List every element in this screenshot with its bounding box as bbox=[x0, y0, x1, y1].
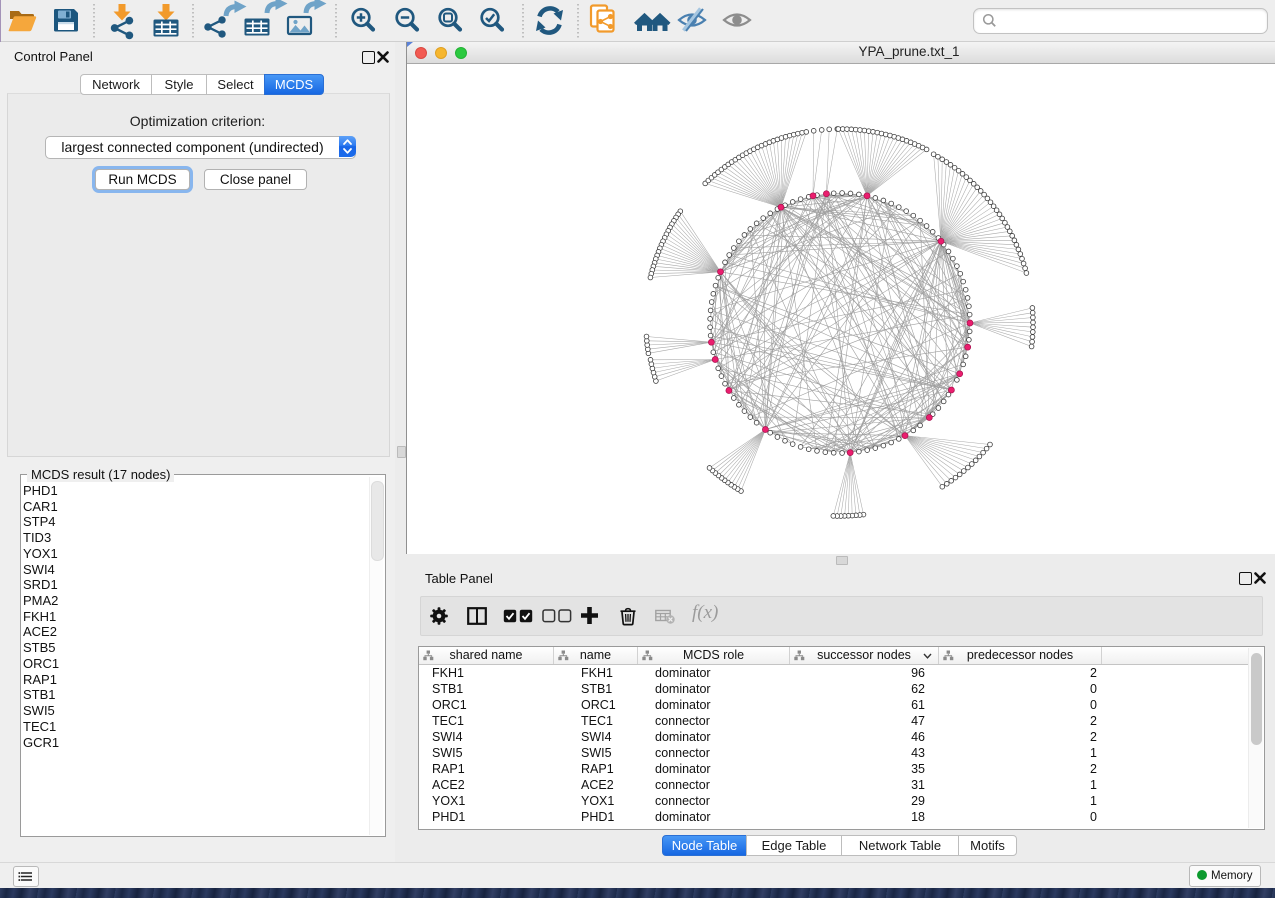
svg-text:f(x): f(x) bbox=[692, 602, 718, 623]
